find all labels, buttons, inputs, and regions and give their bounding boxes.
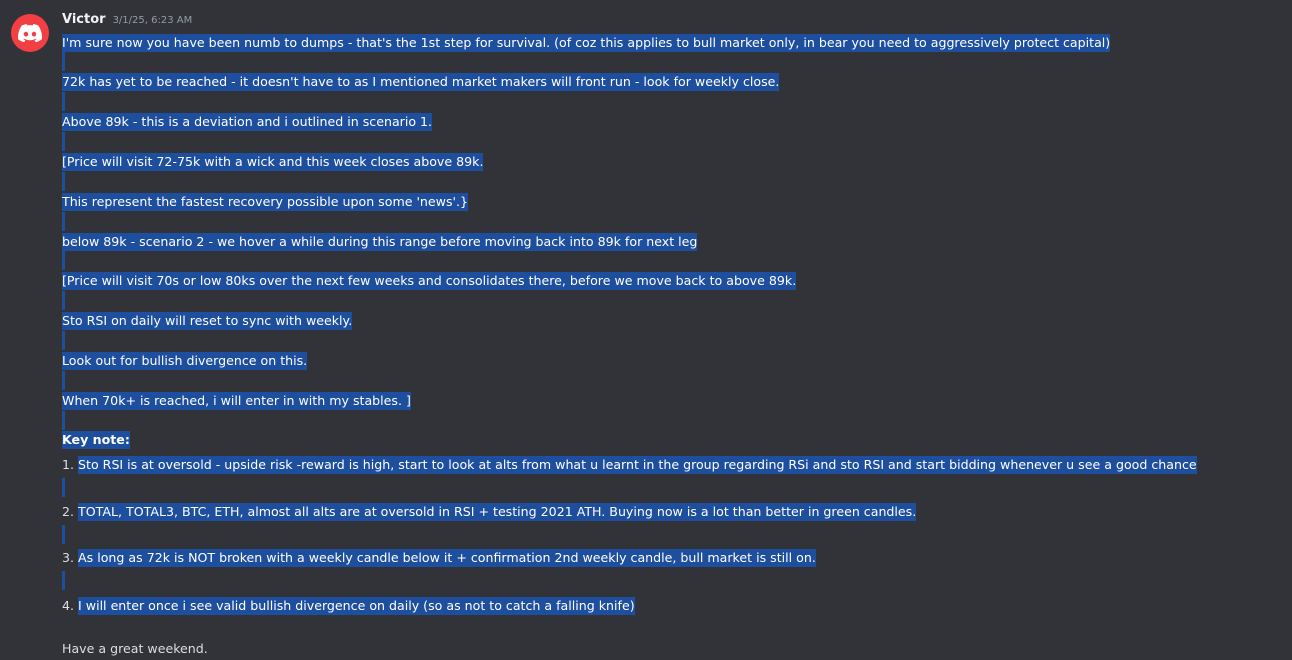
message-header: Victor 3/1/25, 6:23 AM — [62, 12, 192, 32]
selection-gap — [62, 92, 65, 111]
selection-gap — [62, 331, 65, 350]
selection-gap — [62, 212, 65, 231]
message-line: This represent the fastest recovery poss… — [62, 193, 468, 211]
selection-gap — [62, 478, 65, 497]
discord-logo-icon — [18, 24, 42, 42]
selection-gap — [62, 371, 65, 390]
message-line: When 70k+ is reached, i will enter in wi… — [62, 392, 411, 410]
message-line: below 89k - scenario 2 - we hover a whil… — [62, 233, 698, 251]
message-line: Look out for bullish divergence on this. — [62, 352, 308, 370]
signoff-text: Have a great weekend. — [62, 641, 208, 656]
message-line: [Price will visit 70s or low 80ks over t… — [62, 272, 797, 290]
message-timestamp[interactable]: 3/1/25, 6:23 AM — [113, 15, 193, 26]
list-item: 4. I will enter once i see valid bullish… — [62, 597, 635, 615]
list-item: 3. As long as 72k is NOT broken with a w… — [62, 549, 816, 567]
list-item: 1. Sto RSI is at oversold - upside risk … — [62, 456, 1197, 474]
selection-gap — [62, 52, 65, 71]
message-line: Above 89k - this is a deviation and i ou… — [62, 113, 433, 131]
message-line: 72k has yet to be reached - it doesn't h… — [62, 73, 780, 91]
key-note-heading: Key note: — [62, 431, 130, 449]
selection-gap — [62, 132, 65, 151]
selection-gap — [62, 172, 65, 191]
message-line: Sto RSI on daily will reset to sync with… — [62, 312, 353, 330]
message-line: [Price will visit 72-75k with a wick and… — [62, 153, 484, 171]
selection-gap — [62, 251, 65, 270]
list-item: 2. TOTAL, TOTAL3, BTC, ETH, almost all a… — [62, 503, 917, 521]
selection-gap — [62, 291, 65, 310]
message-line: I'm sure now you have been numb to dumps… — [62, 34, 1111, 52]
selection-gap — [62, 525, 65, 544]
selection-gap — [62, 411, 65, 430]
selection-gap — [62, 571, 65, 590]
username[interactable]: Victor — [62, 12, 106, 27]
avatar[interactable] — [11, 14, 49, 52]
chat-message: Victor 3/1/25, 6:23 AM I'm sure now you … — [0, 0, 1292, 660]
